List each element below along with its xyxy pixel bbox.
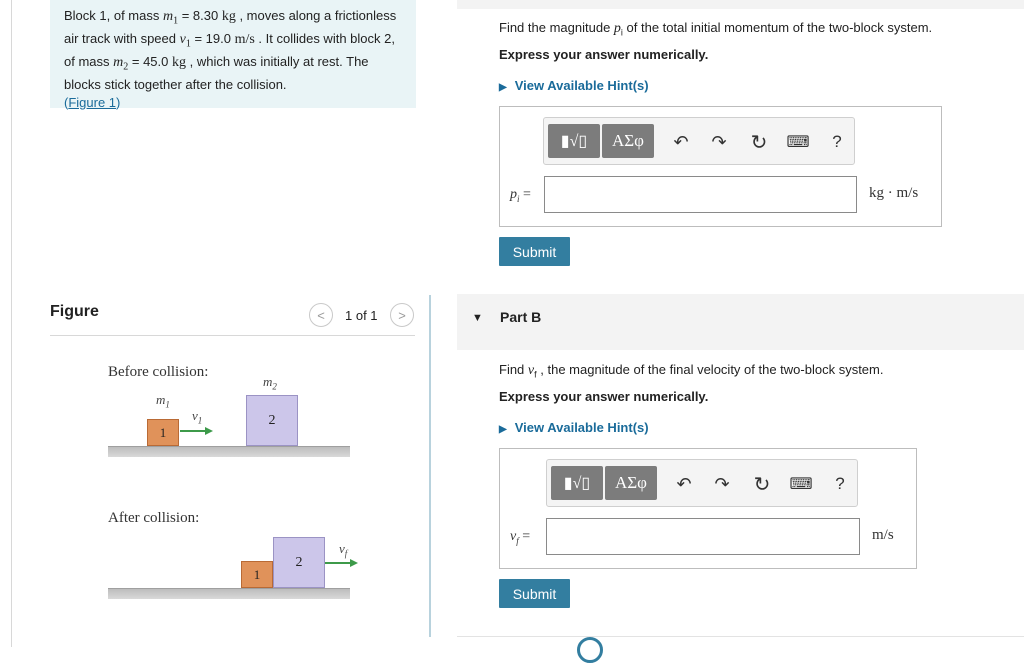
reset-icon[interactable]: ↻ — [748, 131, 770, 154]
chevron-right-icon: > — [398, 307, 406, 323]
part-b-title[interactable]: Part B — [500, 309, 541, 325]
problem-statement: Block 1, of mass m1 = 8.30 kg , moves al… — [50, 0, 416, 110]
redo-icon[interactable]: ↷ — [711, 473, 733, 495]
part-a-submit-button[interactable]: Submit — [499, 237, 570, 266]
keyboard-icon[interactable]: ⌨ — [786, 131, 810, 153]
reset-icon[interactable]: ↻ — [751, 473, 773, 496]
template-radical-icon[interactable]: ▮√▯ — [548, 124, 600, 158]
keyboard-icon[interactable]: ⌨ — [789, 473, 813, 495]
m1-label: m1 — [156, 392, 170, 410]
v1-arrow — [180, 430, 206, 432]
redo-icon[interactable]: ↷ — [708, 131, 730, 153]
undo-icon[interactable]: ↶ — [670, 131, 692, 153]
figure-next-button[interactable]: > — [390, 303, 414, 327]
chevron-left-icon: < — [317, 307, 325, 323]
figure-link[interactable]: Figure 1 — [68, 95, 116, 110]
v1-arrow-head — [205, 427, 213, 435]
part-b-header[interactable] — [457, 294, 1024, 350]
block-1-after: 1 — [241, 561, 273, 588]
after-collision-label: After collision: — [108, 510, 200, 526]
greek-symbols-button[interactable]: ΑΣφ — [602, 124, 654, 158]
m2-label: m2 — [263, 374, 277, 392]
help-icon[interactable]: ? — [826, 131, 848, 153]
part-b-submit-button[interactable]: Submit — [499, 579, 570, 608]
help-icon[interactable]: ? — [829, 473, 851, 495]
part-a-var-label: pi = — [510, 187, 531, 204]
part-b-question: Find vf , the magnitude of the final vel… — [499, 362, 884, 380]
figure-title: Figure — [50, 303, 99, 320]
figure-pager: 1 of 1 — [345, 308, 378, 323]
before-collision-label: Before collision: — [108, 364, 209, 380]
undo-icon[interactable]: ↶ — [673, 473, 695, 495]
air-track-after — [108, 588, 350, 599]
part-b-hint-link[interactable]: ▶ View Available Hint(s) — [499, 420, 649, 435]
part-a-answer-input[interactable] — [544, 176, 857, 213]
part-a-hint-link[interactable]: ▶ View Available Hint(s) — [499, 78, 649, 93]
figure-divider — [50, 335, 415, 336]
figure-prev-button[interactable]: < — [309, 303, 333, 327]
block-1: 1 — [147, 419, 179, 446]
vf-arrow — [325, 562, 351, 564]
part-a-instruction: Express your answer numerically. — [499, 47, 709, 62]
part-b-instruction: Express your answer numerically. — [499, 389, 709, 404]
panel-divider — [429, 295, 431, 637]
left-border — [11, 0, 12, 647]
part-b-answer-input[interactable] — [546, 518, 860, 555]
vf-label: vf — [339, 541, 348, 559]
air-track-before — [108, 446, 350, 457]
part-b-var-label: vf = — [510, 529, 531, 546]
part-a-header — [457, 0, 1024, 9]
block-2: 2 — [246, 395, 298, 446]
caret-right-icon: ▶ — [499, 424, 507, 435]
template-radical-icon[interactable]: ▮√▯ — [551, 466, 603, 500]
bottom-divider — [457, 636, 1024, 637]
vf-arrow-head — [350, 559, 358, 567]
feedback-icon[interactable] — [577, 637, 603, 663]
block-2-after: 2 — [273, 537, 325, 588]
caret-down-icon[interactable]: ▼ — [472, 312, 483, 324]
v1-label: v1 — [192, 408, 203, 426]
greek-symbols-button[interactable]: ΑΣφ — [605, 466, 657, 500]
caret-right-icon: ▶ — [499, 82, 507, 93]
part-a-unit: kg · m/s — [869, 185, 919, 201]
part-a-question: Find the magnitude pi of the total initi… — [499, 20, 933, 38]
part-b-unit: m/s — [872, 527, 894, 543]
